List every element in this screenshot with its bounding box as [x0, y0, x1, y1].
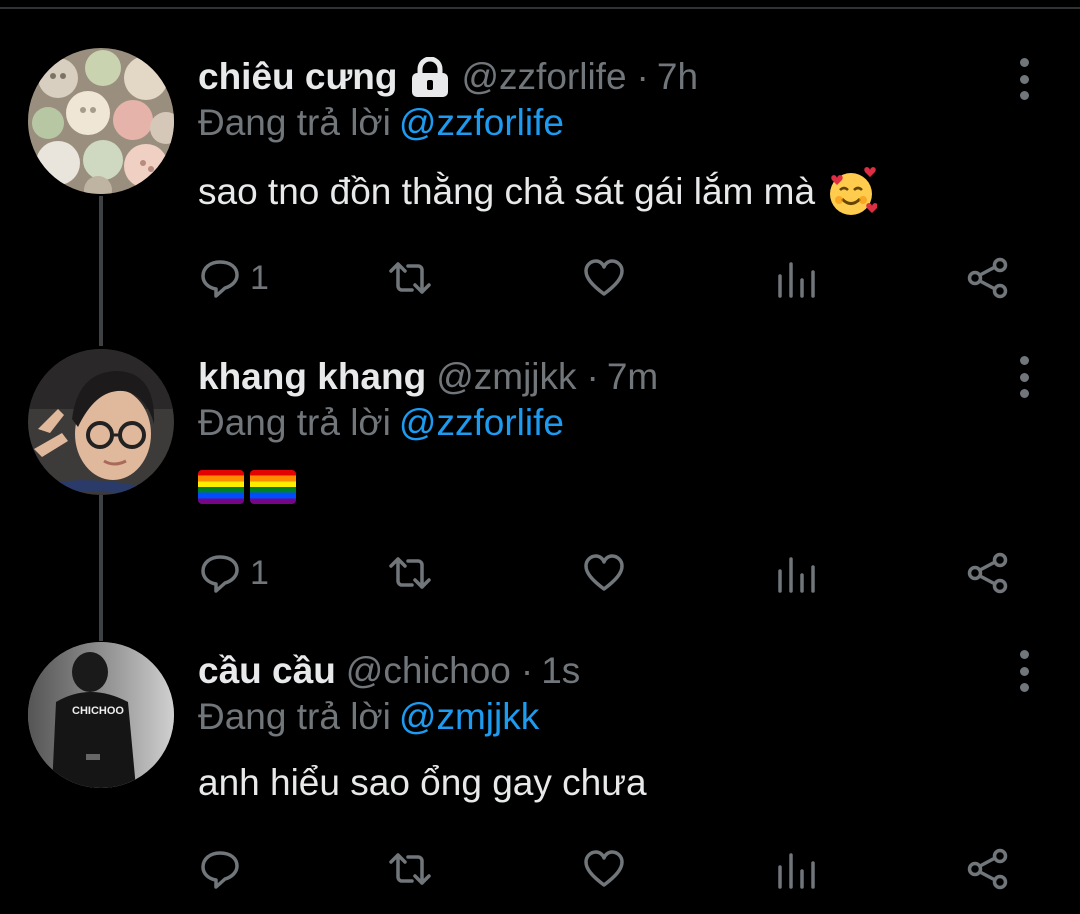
user-handle[interactable]: @chichoo — [346, 650, 511, 692]
replying-label: Đang trả lời — [198, 696, 391, 737]
avatar[interactable] — [28, 349, 174, 495]
more-icon[interactable] — [1012, 356, 1036, 398]
reply-button[interactable]: 1 — [198, 548, 269, 598]
tweet-text — [198, 470, 302, 504]
tweet-text: sao tno đồn thằng chả sát gái lắm mà — [198, 166, 878, 218]
retweet-button[interactable] — [388, 253, 432, 303]
share-button[interactable] — [966, 253, 1010, 303]
more-icon[interactable] — [1012, 650, 1036, 692]
analytics-icon — [778, 262, 815, 298]
replying-to: Đang trả lời @zzforlife — [198, 402, 564, 444]
share-icon — [967, 848, 1008, 890]
man-glasses-avatar-image — [28, 349, 174, 495]
reply-count: 1 — [250, 553, 269, 592]
lock-icon — [408, 56, 452, 97]
retweet-icon — [389, 853, 431, 885]
svg-text:CHICHOO: CHICHOO — [72, 705, 124, 717]
reply-button[interactable] — [198, 844, 250, 894]
share-button[interactable] — [966, 844, 1010, 894]
tweet-header: cầu cầu @chichoo · 1s — [198, 646, 580, 696]
analytics-button[interactable] — [774, 548, 818, 598]
share-icon — [967, 257, 1008, 299]
chichoo-jersey-avatar-image: CHICHOO — [28, 642, 174, 788]
separator-dot: · — [636, 56, 649, 97]
share-icon — [967, 552, 1008, 594]
avatar[interactable]: CHICHOO — [28, 642, 174, 788]
smiling-face-with-hearts-icon — [825, 166, 878, 218]
replying-label: Đang trả lời — [198, 102, 391, 143]
replying-to: Đang trả lời @zmjjkk — [198, 696, 539, 738]
action-bar: 1 — [198, 253, 1018, 303]
reply-mention-link[interactable]: @zzforlife — [399, 102, 564, 143]
reply-icon — [201, 260, 239, 298]
tweet[interactable]: CHICHOO cầu cầu @chichoo · 1s Đang trả l… — [0, 630, 1080, 914]
action-bar: 1 — [198, 548, 1018, 598]
timestamp[interactable]: 7h — [657, 56, 698, 98]
retweet-icon — [389, 262, 431, 294]
tweet-header: chiêu cưng @zzforlife · 7h — [198, 52, 698, 102]
buttons-avatar-image — [28, 48, 174, 194]
analytics-button[interactable] — [774, 844, 818, 894]
timestamp[interactable]: 1s — [541, 650, 580, 692]
user-handle[interactable]: @zzforlife — [462, 56, 627, 98]
analytics-button[interactable] — [774, 253, 818, 303]
user-handle[interactable]: @zmjjkk — [436, 356, 576, 398]
retweet-button[interactable] — [388, 844, 432, 894]
display-name[interactable]: cầu cầu — [198, 650, 336, 692]
reply-mention-link[interactable]: @zmjjkk — [399, 696, 539, 737]
reply-button[interactable]: 1 — [198, 253, 269, 303]
reply-icon — [201, 555, 239, 593]
timestamp[interactable]: 7m — [607, 356, 658, 398]
rainbow-flag-icon — [250, 470, 296, 504]
tweet-text: anh hiểu sao ổng gay chưa — [198, 762, 647, 804]
more-icon[interactable] — [1012, 58, 1036, 100]
replying-label: Đang trả lời — [198, 402, 391, 443]
display-name[interactable]: chiêu cưng — [198, 56, 398, 98]
like-icon — [584, 850, 624, 887]
avatar[interactable] — [28, 48, 174, 194]
action-bar — [198, 844, 1018, 894]
tweet-header: khang khang @zmjjkk · 7m — [198, 352, 658, 402]
separator-dot: · — [520, 650, 534, 691]
reply-count: 1 — [250, 258, 269, 297]
replying-to: Đang trả lời @zzforlife — [198, 102, 564, 144]
like-icon — [584, 259, 624, 296]
rainbow-flag-icon — [198, 470, 244, 504]
share-button[interactable] — [966, 548, 1010, 598]
like-icon — [584, 554, 624, 591]
display-name[interactable]: khang khang — [198, 356, 426, 398]
analytics-icon — [778, 853, 815, 889]
tweet-text-content: sao tno đồn thằng chả sát gái lắm mà — [198, 171, 816, 212]
reply-icon — [201, 851, 239, 889]
tweet[interactable]: chiêu cưng @zzforlife · 7h Đang trả lời @… — [0, 0, 1080, 330]
analytics-icon — [778, 557, 815, 593]
tweet[interactable]: khang khang @zmjjkk · 7m Đang trả lời @zz… — [0, 330, 1080, 630]
tweet-text-content: anh hiểu sao ổng gay chưa — [198, 762, 647, 803]
like-button[interactable] — [582, 548, 626, 598]
separator-dot: · — [586, 356, 599, 397]
like-button[interactable] — [582, 253, 626, 303]
reply-mention-link[interactable]: @zzforlife — [399, 402, 564, 443]
like-button[interactable] — [582, 844, 626, 894]
retweet-button[interactable] — [388, 548, 432, 598]
retweet-icon — [389, 557, 431, 589]
